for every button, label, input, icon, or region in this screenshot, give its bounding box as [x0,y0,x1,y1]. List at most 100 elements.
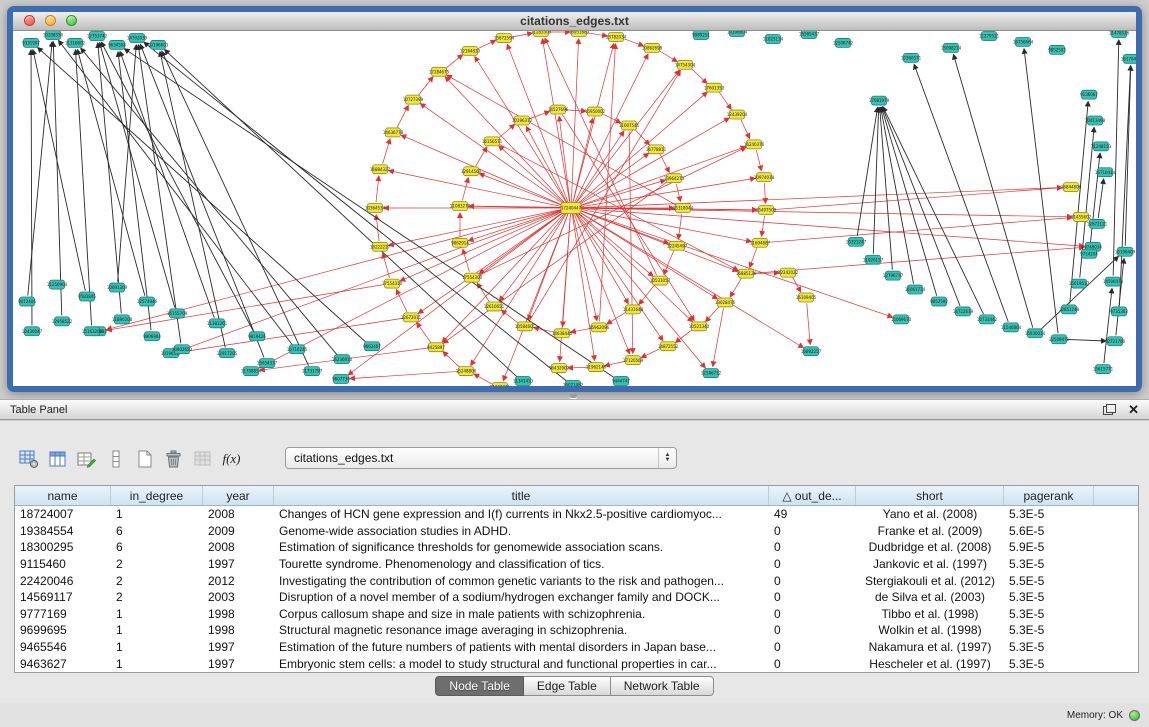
graph-node[interactable]: 13028476 [715,298,736,307]
graph-node[interactable]: 10727399 [403,95,424,104]
column-header-short[interactable]: short [856,486,1004,505]
table-settings-icon[interactable] [14,446,43,472]
graph-node[interactable]: 16962096 [589,323,610,332]
graph-node[interactable]: 11341433 [513,377,534,386]
graph-node[interactable]: 16170405 [1121,54,1136,63]
graph-node[interactable]: 15069670 [891,315,912,324]
network-table-selector[interactable]: citations_edges.txt ▲▼ [285,447,677,469]
graph-node[interactable]: 14754304 [675,60,696,69]
graph-node[interactable]: 9136067 [1080,90,1098,99]
graph-node[interactable]: 15497509 [756,206,777,215]
table-row[interactable]: 1830029562008Estimation of significance … [15,539,1138,556]
table-row[interactable]: 2242004622012Investigating the contribut… [15,572,1138,589]
graph-node[interactable]: 16236910 [332,355,353,364]
import-table-icon[interactable] [188,446,217,472]
graph-node[interactable]: 10521340 [689,322,710,331]
graph-node[interactable]: 16585437 [799,31,820,38]
delete-table-icon[interactable] [159,446,188,472]
graph-node[interactable]: 15248806 [456,367,477,376]
graph-node[interactable]: 14506474 [1103,277,1124,286]
graph-node[interactable]: 9989251 [692,31,710,39]
graph-node[interactable]: 12872121 [1087,219,1108,228]
table-row[interactable]: 1938455462009Genome-wide association stu… [15,523,1138,540]
graph-node[interactable]: 15930014 [1025,329,1046,338]
network-canvas[interactable]: 1724044715318044122454971053105711431648… [13,31,1136,386]
graph-node[interactable]: 12586712 [701,369,722,378]
graph-node[interactable]: 9852592 [930,297,948,306]
graph-node[interactable]: 16885126 [736,269,757,278]
graph-node[interactable]: 15318044 [673,204,694,213]
column-header-year[interactable]: year [203,486,274,505]
graph-node[interactable]: 12164810 [460,46,481,55]
graph-node[interactable]: 9607738 [332,375,350,384]
row-height-icon[interactable] [101,446,130,472]
graph-node[interactable]: 11279521 [979,31,1000,40]
graph-node[interactable]: 11890208 [112,315,133,324]
graph-node[interactable]: 11248153 [1091,142,1112,151]
graph-node[interactable]: 10584601 [515,322,536,331]
graph-node[interactable]: 17601350 [704,83,725,92]
graph-node[interactable]: 11708854 [241,367,262,376]
graph-node[interactable]: 14722619 [953,307,974,316]
graph-node[interactable]: 16155709 [167,309,188,318]
graph-node[interactable]: 15019517 [1069,279,1090,288]
graph-node[interactable]: 9583845 [78,292,96,301]
graph-node[interactable]: 12721790 [1105,337,1126,346]
graph-node[interactable]: 17081979 [869,96,890,105]
graph-node[interactable]: 11455602 [1071,212,1092,221]
graph-node[interactable]: 13782034 [606,32,627,41]
function-builder-icon[interactable]: f(x) [217,446,246,472]
graph-node[interactable]: 10691309 [107,283,128,292]
column-header-in_degree[interactable]: in_degree [111,486,203,505]
graph-node[interactable]: 12914560 [461,167,482,176]
network-window[interactable]: citations_edges.txt 17240447153180441224… [7,6,1142,392]
graph-node[interactable]: 16710414 [1095,168,1116,177]
tab-edge-table[interactable]: Edge Table [524,676,611,696]
graph-node[interactable]: 15654337 [257,359,278,368]
graph-node[interactable]: 10413498 [1085,116,1106,125]
graph-node[interactable]: 12242022 [778,268,799,277]
graph-node[interactable]: 10199409 [1115,247,1136,256]
graph-node[interactable]: 10974018 [754,173,775,182]
graph-node[interactable]: 17554310 [382,279,403,288]
graph-node[interactable]: 15098214 [941,43,962,52]
graph-node[interactable]: 16432902 [549,364,570,373]
graph-node[interactable]: 14527696 [548,105,569,114]
graph-node[interactable]: 14638445 [552,329,573,338]
graph-node[interactable]: 9012406 [18,297,36,306]
graph-node[interactable]: 12917205 [217,349,238,358]
graph-node[interactable]: 16222227 [370,242,391,251]
graph-node[interactable]: 12672011 [401,313,422,322]
graph-node[interactable]: 16021462 [563,381,584,386]
graph-node[interactable]: 11920157 [863,255,884,264]
column-header-title[interactable]: title [274,486,769,505]
graph-node[interactable]: 12958522 [52,317,73,326]
graph-node[interactable]: 9852593 [1048,45,1066,54]
graph-node[interactable]: 12753742 [87,31,108,40]
graph-node[interactable]: 10802653 [172,345,193,354]
graph-node[interactable]: 16309405 [796,293,817,302]
graph-node[interactable]: 11007541 [619,121,640,130]
graph-node[interactable]: 9444747 [612,377,630,386]
graph-node[interactable]: 11381261 [207,319,228,328]
graph-node[interactable]: 11316602 [65,38,86,47]
table-row[interactable]: 977716911998Corpus callosum shape and si… [15,606,1138,623]
graph-node[interactable]: 11083270 [450,202,471,211]
graph-node[interactable]: 10851248 [1059,305,1080,314]
graph-node[interactable]: 16061734 [905,285,926,294]
graph-node[interactable]: 15163206 [82,327,103,336]
close-window-button[interactable] [24,15,35,26]
graph-node[interactable]: 10531057 [650,276,671,285]
float-panel-icon[interactable] [1103,404,1116,415]
graph-node[interactable]: 14636778 [383,128,404,137]
graph-node[interactable]: 11431648 [623,305,644,314]
graph-node[interactable]: 12506742 [833,38,854,47]
graph-node[interactable]: 17284675 [429,67,450,76]
column-header-name[interactable]: name [15,486,111,505]
citation-network-graph[interactable]: 1724044715318044122454971053105711431648… [13,31,1136,386]
graph-node[interactable]: 9634508 [108,40,126,49]
graph-node[interactable]: 11546864 [1001,323,1022,332]
column-header-pagerank[interactable]: pagerank [1004,486,1094,505]
graph-node[interactable]: 16844806 [1061,183,1082,192]
graph-node[interactable]: 15615771 [1093,365,1114,374]
